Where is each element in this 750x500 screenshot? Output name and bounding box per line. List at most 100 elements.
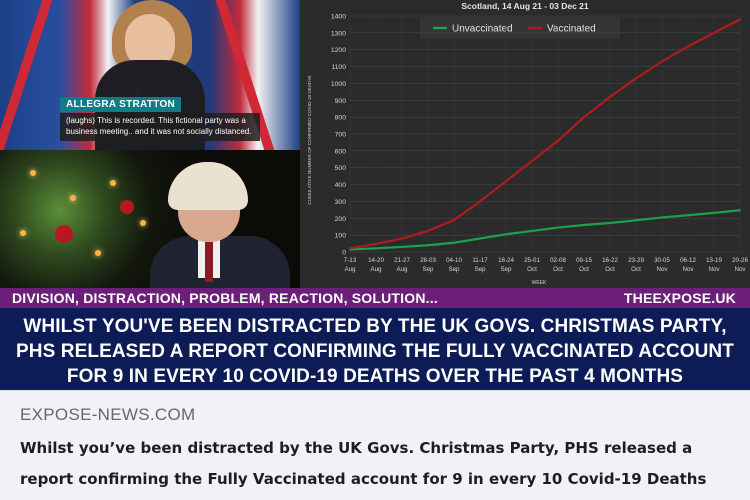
y-tick-label: 1200: [331, 47, 346, 54]
x-tick-label: 25-01: [524, 257, 540, 264]
x-tick-label: 21-27: [394, 257, 410, 264]
chart-title: Scotland, 14 Aug 21 - 03 Dec 21: [461, 1, 589, 11]
y-tick-label: 1100: [331, 64, 346, 71]
data-point-unvaccinated: [713, 211, 715, 214]
preview-thumbnail[interactable]: ALLEGRA STRATTON (laughs) This is record…: [0, 0, 750, 390]
x-tick-month: Nov: [734, 266, 746, 273]
x-tick-month: Oct: [605, 266, 615, 273]
link-domain: EXPOSE-NEWS.COM: [20, 405, 196, 424]
data-point-unvaccinated: [505, 233, 507, 236]
data-point-unvaccinated: [687, 214, 689, 217]
y-tick-label: 1300: [331, 30, 346, 37]
x-tick-month: Sep: [500, 266, 512, 273]
y-tick-label: 900: [335, 98, 347, 105]
data-point-vaccinated: [661, 60, 663, 63]
data-point-vaccinated: [557, 139, 559, 142]
data-point-vaccinated: [349, 247, 351, 250]
x-tick-label: 20-26: [732, 257, 748, 264]
data-point-vaccinated: [635, 77, 637, 80]
data-point-unvaccinated: [583, 224, 585, 226]
data-point-unvaccinated: [453, 241, 455, 244]
data-point-unvaccinated: [427, 244, 429, 247]
x-tick-label: 13-19: [706, 257, 722, 264]
data-point-unvaccinated: [635, 219, 637, 222]
banner-line: PHS RELEASED A REPORT CONFIRMING THE FUL…: [16, 341, 734, 362]
data-point-vaccinated: [531, 160, 533, 162]
chart-svg: Scotland, 14 Aug 21 - 03 Dec 21 Unvaccin…: [307, 1, 749, 286]
y-tick-label: 700: [335, 132, 347, 139]
x-tick-label: 02-08: [550, 257, 566, 264]
x-tick-month: Nov: [656, 266, 668, 273]
x-tick-month: Oct: [631, 266, 641, 273]
x-tick-label: 04-10: [446, 257, 462, 264]
ticker-bar: DIVISION, DISTRACTION, PROBLEM, REACTION…: [0, 288, 750, 308]
data-point-vaccinated: [453, 219, 455, 221]
x-tick-label: 18-24: [498, 257, 514, 264]
ticker-site-name: THEEXPOSE.UK: [623, 290, 736, 306]
y-tick-label: 600: [335, 148, 347, 155]
link-preview-card[interactable]: ALLEGRA STRATTON (laughs) This is record…: [0, 0, 750, 500]
headline-banner: WHILST YOU'VE BEEN DISTRACTED BY THE UK …: [0, 308, 750, 390]
data-point-unvaccinated: [375, 247, 377, 250]
y-tick-label: 0: [342, 250, 346, 257]
x-tick-label: 16-22: [602, 257, 618, 264]
x-tick-month: Oct: [553, 266, 563, 273]
x-tick-month: Sep: [474, 266, 486, 273]
y-tick-label: 1000: [331, 81, 346, 88]
data-point-vaccinated: [609, 96, 611, 98]
x-tick-label: 28-03: [420, 257, 436, 264]
x-tick-label: 14-20: [368, 257, 384, 264]
x-tick-label: 09-15: [576, 257, 592, 264]
y-tick-label: 100: [335, 233, 347, 240]
x-tick-month: Aug: [344, 266, 356, 273]
chart-series: [349, 18, 741, 251]
link-title[interactable]: Whilst you’ve been distracted by the UK …: [20, 433, 735, 495]
x-tick-month: Nov: [682, 266, 694, 273]
banner-line: WHILST YOU'VE BEEN DISTRACTED BY THE UK …: [23, 316, 727, 337]
y-tick-label: 400: [335, 182, 347, 189]
x-tick-month: Aug: [396, 266, 408, 273]
x-tick-month: Sep: [448, 266, 460, 273]
y-tick-label: 800: [335, 115, 347, 122]
ticker-text: DIVISION, DISTRACTION, PROBLEM, REACTION…: [12, 290, 438, 306]
data-point-unvaccinated: [401, 246, 403, 248]
data-point-unvaccinated: [479, 237, 481, 240]
data-point-unvaccinated: [531, 230, 533, 232]
data-point-vaccinated: [427, 230, 429, 232]
x-tick-month: Nov: [708, 266, 720, 273]
data-point-vaccinated: [479, 200, 481, 203]
data-point-vaccinated: [505, 180, 507, 183]
lower-third-quote: (laughs) This is recorded. This fictiona…: [60, 113, 260, 141]
x-tick-month: Oct: [527, 266, 537, 273]
y-tick-label: 1400: [331, 14, 346, 21]
x-tick-month: Oct: [579, 266, 589, 273]
data-point-vaccinated: [713, 31, 715, 34]
data-point-vaccinated: [401, 237, 403, 240]
banner-line: FOR 9 IN EVERY 10 COVID-19 DEATHS OVER T…: [66, 366, 684, 387]
chart-y-ticks: 0 100 200 300 400 500 600 700 800 900 1000 1100 1200…: [331, 14, 346, 257]
christmas-tree-photo: [0, 150, 300, 288]
deaths-line-chart: Scotland, 14 Aug 21 - 03 Dec 21 Unvaccin…: [300, 0, 750, 288]
x-tick-label: 11-17: [472, 257, 488, 264]
chart-x-axis-label: WEEK: [532, 280, 547, 286]
chart-y-axis-label: CUMULATIVE NUMBER OF CONFIRMED COVID-19 …: [307, 75, 312, 204]
data-point-unvaccinated: [739, 209, 741, 212]
chart-legend: Unvaccinated Vaccinated: [420, 17, 620, 39]
chart-x-ticks: 7-13 Aug 14-20 Aug 21-27 Aug 28-03 Sep 04-10 Sep 1…: [344, 257, 749, 273]
x-tick-month: Sep: [422, 266, 434, 273]
data-point-vaccinated: [375, 243, 377, 245]
x-tick-label: 7-13: [344, 257, 357, 264]
y-tick-label: 500: [335, 165, 347, 172]
data-point-unvaccinated: [609, 222, 611, 224]
x-tick-month: Aug: [370, 266, 382, 273]
x-tick-label: 30-05: [654, 257, 670, 264]
data-point-vaccinated: [687, 45, 689, 48]
y-tick-label: 200: [335, 216, 347, 223]
data-point-vaccinated: [583, 116, 585, 119]
x-tick-label: 23-29: [628, 257, 644, 264]
data-point-unvaccinated: [557, 226, 559, 229]
lower-third-name: ALLEGRA STRATTON: [60, 97, 182, 112]
y-tick-label: 300: [335, 199, 347, 206]
data-point-vaccinated: [739, 18, 741, 21]
link-meta[interactable]: EXPOSE-NEWS.COM Whilst you’ve been distr…: [0, 390, 750, 500]
